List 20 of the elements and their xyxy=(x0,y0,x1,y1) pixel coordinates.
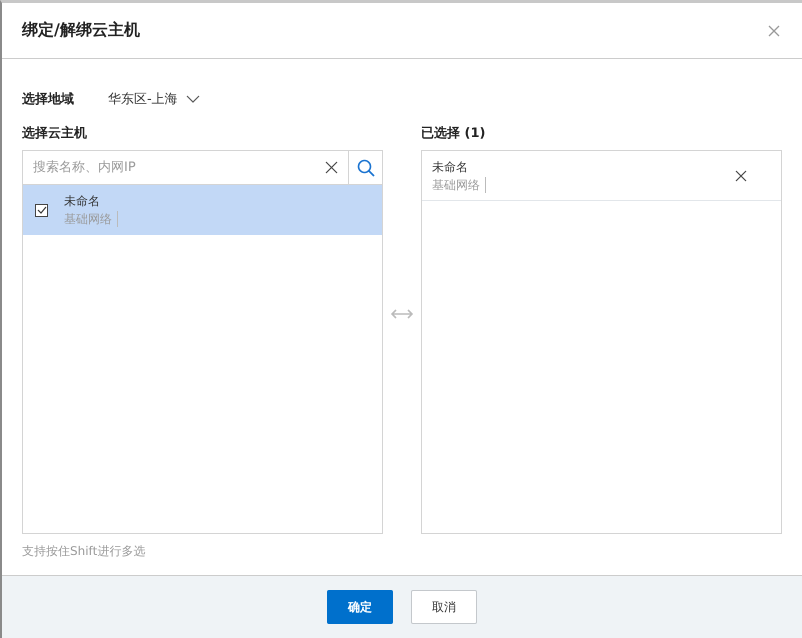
checkbox[interactable] xyxy=(35,204,48,216)
pane-label: 已选择 (1) xyxy=(421,125,486,143)
cancel-button[interactable]: 取消 xyxy=(411,590,477,624)
pane-label: 选择云主机 xyxy=(22,124,88,143)
hint-text: 支持按住Shift进行多选 xyxy=(22,543,146,560)
region-dropdown[interactable]: 华东区-上海 xyxy=(108,90,200,108)
dialog-title: 绑定/解绑云主机 xyxy=(22,20,140,41)
region-label: 选择地域 xyxy=(22,91,75,108)
network-type: 基础网络 xyxy=(64,211,118,227)
remove-icon[interactable] xyxy=(735,170,747,182)
search-icon xyxy=(356,158,374,176)
swap-arrow-icon xyxy=(391,308,413,320)
close-icon[interactable] xyxy=(768,24,780,36)
list-row[interactable]: 未命名 基础网络 xyxy=(23,185,382,235)
chevron-down-icon xyxy=(186,95,200,103)
network-type: 基础网络 xyxy=(432,176,486,192)
confirm-button[interactable]: 确定 xyxy=(327,590,393,624)
clear-icon[interactable] xyxy=(325,161,338,174)
item-name: 未命名 xyxy=(64,193,101,209)
item-name: 未命名 xyxy=(432,158,469,174)
